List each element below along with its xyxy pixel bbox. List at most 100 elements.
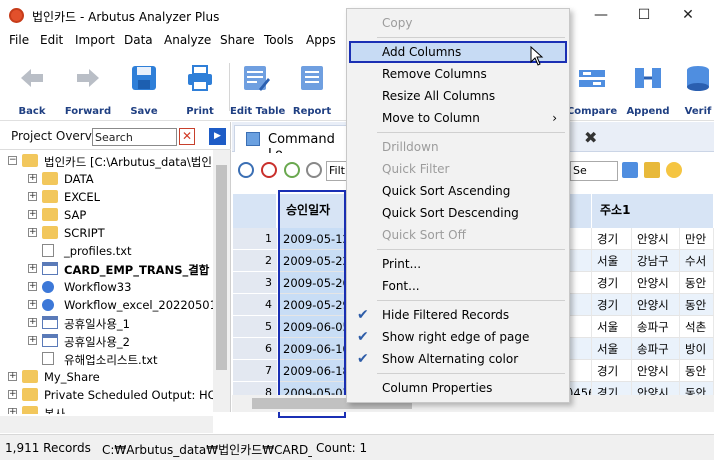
tab-command-log[interactable]: Command Lo — [234, 125, 352, 162]
expand-icon[interactable]: + — [8, 390, 17, 399]
expand-icon[interactable]: + — [8, 408, 17, 414]
tree-item[interactable]: _profiles.txt — [0, 242, 213, 260]
tree-item[interactable]: + 공휴일사용_1 — [0, 314, 213, 332]
menu-file[interactable]: File — [9, 33, 29, 47]
back-button[interactable]: Back — [6, 57, 58, 117]
compare-button[interactable]: Compare — [566, 57, 618, 117]
tree-item[interactable]: + 공휴일사용_2 — [0, 332, 213, 350]
row-number[interactable]: 4 — [233, 294, 277, 316]
close-button[interactable]: ✕ — [666, 4, 710, 26]
table-cell[interactable]: 안양시 — [632, 294, 680, 316]
menu-analyze[interactable]: Analyze — [164, 33, 211, 47]
menu-edit[interactable]: Edit — [40, 33, 63, 47]
menu-item-print[interactable]: Print... — [349, 253, 567, 275]
menu-item-show-alternating-color[interactable]: ✔ Show Alternating color — [349, 348, 567, 370]
tree-item[interactable]: − 법인카드 [C:\Arbutus_data\법인 — [0, 152, 213, 170]
menu-item-quick-sort-descending[interactable]: Quick Sort Descending — [349, 202, 567, 224]
filter-edit-icon[interactable] — [284, 162, 300, 178]
table-cell[interactable]: 석촌 — [680, 316, 714, 338]
report-button[interactable]: Report — [286, 57, 338, 117]
table-cell[interactable]: 2009-05-29 — [278, 294, 346, 316]
menu-item-remove-columns[interactable]: Remove Columns — [349, 63, 567, 85]
column-header[interactable]: 주소1 — [592, 194, 714, 228]
expand-icon[interactable]: + — [28, 300, 37, 309]
table-cell[interactable]: 동안 — [680, 360, 714, 382]
minimize-button[interactable]: — — [579, 4, 623, 26]
table-cell[interactable]: 송파구 — [632, 316, 680, 338]
maximize-button[interactable]: ☐ — [622, 4, 666, 26]
lightbulb-icon[interactable] — [666, 162, 682, 178]
filter-icon[interactable] — [306, 162, 322, 178]
filter-remove-icon[interactable] — [261, 162, 277, 178]
table-cell[interactable]: 동안 — [680, 294, 714, 316]
menu-item-hide-filtered-records[interactable]: ✔ Hide Filtered Records — [349, 304, 567, 326]
expand-icon[interactable]: + — [28, 174, 37, 183]
tree-item[interactable]: + SAP — [0, 206, 213, 224]
tree-item[interactable]: + 복사 — [0, 404, 213, 414]
table-cell[interactable]: 2009-06-10 — [278, 338, 346, 360]
expand-icon[interactable]: + — [28, 192, 37, 201]
table-cell[interactable]: 2009-06-18 — [278, 360, 346, 382]
chart-icon[interactable] — [644, 162, 660, 178]
tree-item[interactable]: + SCRIPT — [0, 224, 213, 242]
search-select[interactable]: Se — [570, 161, 618, 181]
tree-item[interactable]: + CARD_EMP_TRANS_결합 — [0, 260, 213, 278]
append-button[interactable]: Append — [622, 57, 674, 117]
row-number[interactable]: 2 — [233, 250, 277, 272]
table-cell[interactable]: 2009-05-26 — [278, 272, 346, 294]
expand-icon[interactable]: + — [28, 336, 37, 345]
expand-icon[interactable]: + — [28, 264, 37, 273]
menu-item-show-right-edge-of-page[interactable]: ✔ Show right edge of page — [349, 326, 567, 348]
project-vertical-scrollbar[interactable] — [213, 150, 230, 412]
menu-import[interactable]: Import — [75, 33, 115, 47]
menu-item-quick-sort-ascending[interactable]: Quick Sort Ascending — [349, 180, 567, 202]
table-cell[interactable]: 강남구 — [632, 250, 680, 272]
table-cell[interactable]: 서울 — [592, 316, 632, 338]
menu-item-resize-all-columns[interactable]: Resize All Columns — [349, 85, 567, 107]
expand-icon[interactable]: + — [28, 228, 37, 237]
filter-add-icon[interactable] — [238, 162, 254, 178]
filter-input[interactable]: Filt — [326, 161, 348, 181]
tree-item[interactable]: + DATA — [0, 170, 213, 188]
table-cell[interactable]: 동안 — [680, 272, 714, 294]
table-cell[interactable]: 2009-05-22 — [278, 250, 346, 272]
menu-item-column-properties[interactable]: Column Properties — [349, 377, 567, 399]
row-number[interactable]: 3 — [233, 272, 277, 294]
table-cell[interactable]: 안양시 — [632, 360, 680, 382]
expand-icon[interactable]: + — [8, 372, 17, 381]
scrollbar-thumb[interactable] — [216, 165, 227, 370]
expand-icon[interactable]: + — [28, 210, 37, 219]
expand-icon[interactable]: + — [28, 318, 37, 327]
save-button[interactable]: Save — [118, 57, 170, 117]
row-number[interactable]: 5 — [233, 316, 277, 338]
menu-tools[interactable]: Tools — [264, 33, 294, 47]
table-cell[interactable]: 서울 — [592, 338, 632, 360]
project-horizontal-scrollbar[interactable] — [0, 416, 213, 433]
verify-button[interactable]: Verif — [678, 57, 714, 117]
tree-item[interactable]: + Workflow33 — [0, 278, 213, 296]
tree-item[interactable]: + EXCEL — [0, 188, 213, 206]
table-cell[interactable]: 수서 — [680, 250, 714, 272]
table-cell[interactable]: 경기 — [592, 360, 632, 382]
menu-item-font[interactable]: Font... — [349, 275, 567, 297]
table-cell[interactable]: 경기 — [592, 228, 632, 250]
table-cell[interactable]: 2009-05-12 — [278, 228, 346, 250]
tree-item[interactable]: + My_Share — [0, 368, 213, 386]
row-number[interactable]: 7 — [233, 360, 277, 382]
table-cell[interactable]: 2009-06-05 — [278, 316, 346, 338]
column-header[interactable]: 승인일자 — [278, 194, 346, 228]
run-search-icon[interactable]: ▶ — [209, 128, 226, 145]
table-cell[interactable]: 송파구 — [632, 338, 680, 360]
menu-share[interactable]: Share — [220, 33, 255, 47]
table-cell[interactable]: 안양시 — [632, 228, 680, 250]
table-view-icon[interactable] — [622, 162, 638, 178]
edit-table-button[interactable]: Edit Table — [230, 57, 285, 117]
expand-icon[interactable]: + — [28, 282, 37, 291]
collapse-icon[interactable]: − — [8, 156, 17, 165]
menu-apps[interactable]: Apps — [306, 33, 336, 47]
menu-data[interactable]: Data — [124, 33, 153, 47]
print-button[interactable]: Print — [174, 57, 226, 117]
table-cell[interactable]: 만안 — [680, 228, 714, 250]
tree-item[interactable]: + Workflow_excel_20220501.x — [0, 296, 213, 314]
menu-item-move-to-column[interactable]: Move to Column › — [349, 107, 567, 129]
